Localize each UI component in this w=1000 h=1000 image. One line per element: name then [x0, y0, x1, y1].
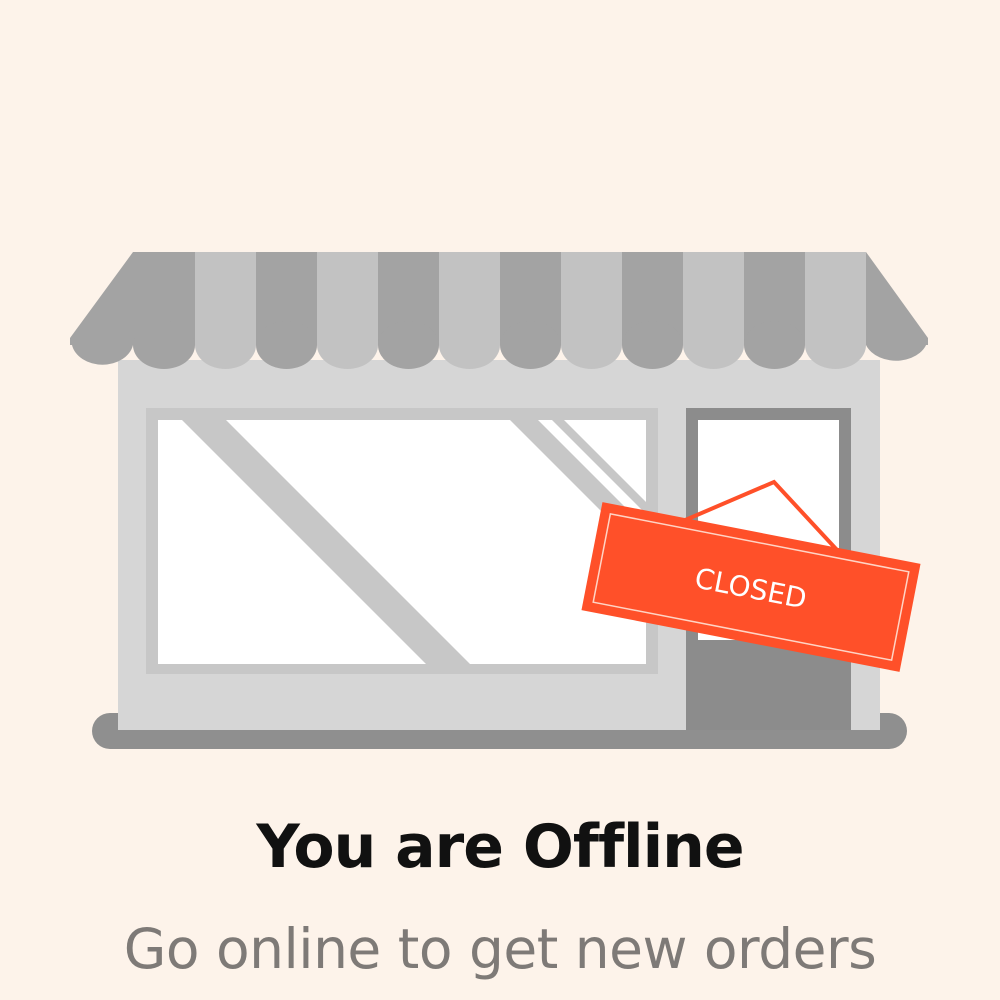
offline-title: You are Offline	[256, 812, 744, 882]
store-awning	[70, 252, 928, 369]
offline-screen: CLOSED You are Offline Go online to get …	[0, 0, 1000, 1000]
closed-storefront-icon: CLOSED	[70, 252, 928, 749]
offline-message: Go online to get new orders	[123, 917, 877, 981]
